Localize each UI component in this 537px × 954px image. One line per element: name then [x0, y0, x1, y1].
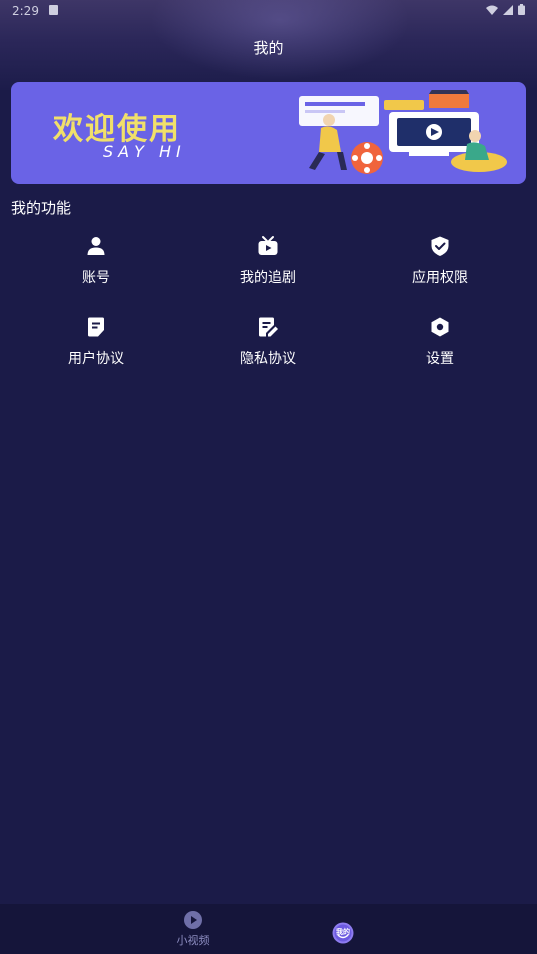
battery-icon: [518, 4, 525, 15]
feature-label: 账号: [82, 270, 110, 286]
tab-label: 我的: [336, 928, 350, 936]
page-title: 我的: [253, 39, 284, 57]
feature-account[interactable]: 账号: [26, 235, 166, 299]
feature-label: 设置: [426, 351, 454, 367]
signal-icon: [503, 4, 513, 15]
feature-label: 用户协议: [68, 351, 124, 367]
tab-label: 小视频: [176, 934, 210, 947]
person-icon: [87, 237, 105, 255]
tv-icon: [258, 236, 278, 255]
tab-my[interactable]: 我的: [331, 922, 355, 944]
sim-icon: [49, 5, 58, 15]
status-time: 2:29: [12, 4, 39, 18]
status-icons: [486, 4, 525, 15]
document-edit-icon: [259, 317, 278, 337]
feature-label: 应用权限: [412, 270, 468, 286]
banner-subtitle: SAY HI: [103, 142, 186, 161]
feature-label: 我的追剧: [240, 270, 296, 286]
feature-settings[interactable]: 设置: [370, 316, 510, 380]
shield-check-icon: [431, 236, 449, 256]
settings-hex-icon: [431, 317, 449, 337]
feature-privacy-policy[interactable]: 隐私协议: [198, 316, 338, 380]
tab-short-video[interactable]: 小视频: [170, 910, 216, 948]
status-bar: 2:29: [0, 0, 537, 22]
section-title: 我的功能: [11, 199, 72, 217]
wifi-icon: [486, 5, 498, 15]
bottom-nav: 小视频 我的: [0, 904, 537, 954]
welcome-banner[interactable]: 欢迎使用 SAY HI: [11, 82, 526, 184]
feature-label: 隐私协议: [240, 351, 296, 367]
feature-my-dramas[interactable]: 我的追剧: [198, 235, 338, 299]
feature-app-permissions[interactable]: 应用权限: [370, 235, 510, 299]
play-circle-icon: [184, 911, 202, 929]
feature-user-agreement[interactable]: 用户协议: [26, 316, 166, 380]
cinema-illustration: [299, 90, 507, 174]
document-icon: [88, 317, 104, 337]
